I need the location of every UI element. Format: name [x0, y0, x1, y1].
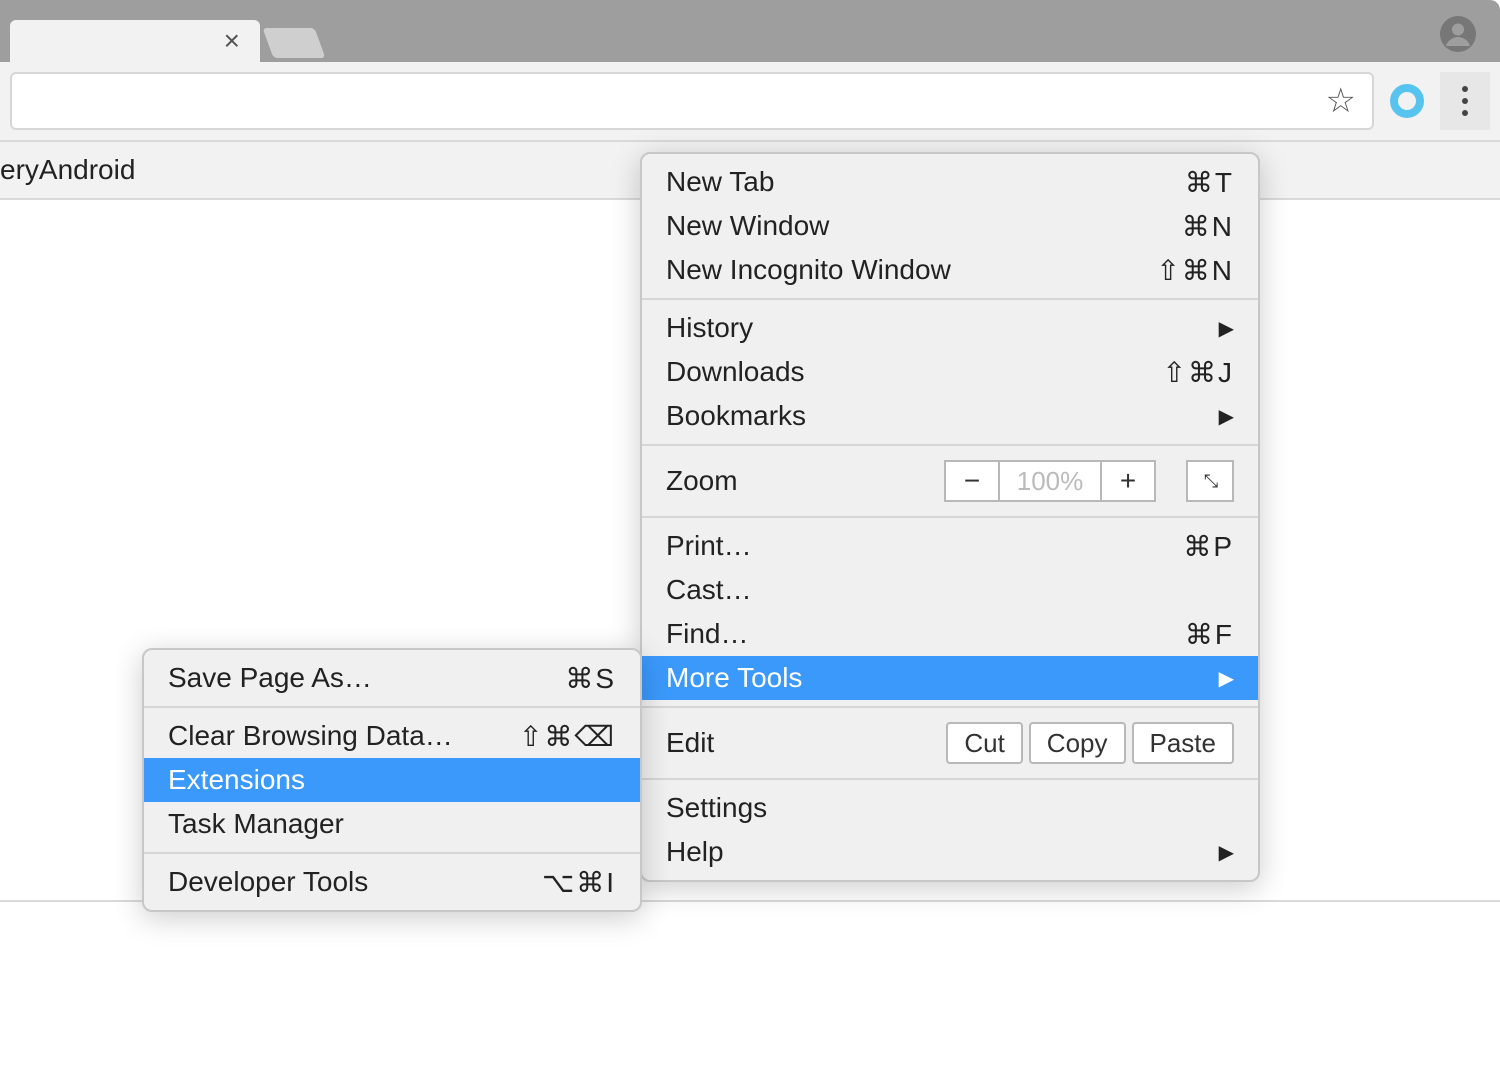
menu-settings[interactable]: Settings: [642, 786, 1258, 830]
submenu-arrow-icon: ▶: [1219, 840, 1234, 865]
shortcut-text: ⇧⌘N: [1156, 254, 1234, 287]
menu-bookmarks[interactable]: Bookmarks ▶: [642, 394, 1258, 438]
shortcut-text: ⌘N: [1182, 210, 1234, 243]
browser-tab[interactable]: ×: [10, 20, 260, 62]
menu-history[interactable]: History ▶: [642, 306, 1258, 350]
info-bar-text: eryAndroid: [0, 154, 135, 186]
new-tab-button[interactable]: [263, 28, 326, 58]
edit-paste-button[interactable]: Paste: [1132, 722, 1235, 764]
zoom-out-button[interactable]: −: [944, 460, 1000, 502]
shortcut-text: ⇧⌘J: [1163, 356, 1234, 389]
menu-separator: [642, 298, 1258, 300]
zoom-in-button[interactable]: +: [1100, 460, 1156, 502]
menu-find[interactable]: Find… ⌘F: [642, 612, 1258, 656]
menu-zoom: Zoom − 100% + ⤡: [642, 452, 1258, 510]
submenu-clear-browsing-data[interactable]: Clear Browsing Data… ⇧⌘⌫: [144, 714, 640, 758]
fullscreen-button[interactable]: ⤡: [1186, 460, 1234, 502]
menu-more-tools[interactable]: More Tools ▶: [642, 656, 1258, 700]
shortcut-text: ⌥⌘I: [542, 866, 616, 899]
submenu-developer-tools[interactable]: Developer Tools ⌥⌘I: [144, 860, 640, 904]
address-bar[interactable]: ☆: [10, 72, 1374, 130]
edit-copy-button[interactable]: Copy: [1029, 722, 1126, 764]
submenu-task-manager[interactable]: Task Manager: [144, 802, 640, 846]
menu-downloads[interactable]: Downloads ⇧⌘J: [642, 350, 1258, 394]
submenu-arrow-icon: ▶: [1219, 404, 1234, 429]
menu-separator: [642, 516, 1258, 518]
menu-print[interactable]: Print… ⌘P: [642, 524, 1258, 568]
menu-new-tab[interactable]: New Tab ⌘T: [642, 160, 1258, 204]
menu-new-incognito[interactable]: New Incognito Window ⇧⌘N: [642, 248, 1258, 292]
menu-new-window[interactable]: New Window ⌘N: [642, 204, 1258, 248]
menu-separator: [642, 444, 1258, 446]
zoom-value: 100%: [1000, 460, 1100, 502]
chrome-main-menu: New Tab ⌘T New Window ⌘N New Incognito W…: [640, 152, 1260, 882]
bookmark-star-icon[interactable]: ☆: [1326, 81, 1356, 121]
menu-help[interactable]: Help ▶: [642, 830, 1258, 874]
menu-cast[interactable]: Cast…: [642, 568, 1258, 612]
menu-edit: Edit Cut Copy Paste: [642, 714, 1258, 772]
close-tab-icon[interactable]: ×: [224, 25, 240, 57]
shortcut-text: ⇧⌘⌫: [519, 720, 616, 753]
edit-cut-button[interactable]: Cut: [946, 722, 1022, 764]
shortcut-text: ⌘P: [1183, 530, 1234, 563]
menu-separator: [144, 852, 640, 854]
toolbar: ☆: [0, 62, 1500, 142]
chrome-menu-button[interactable]: [1440, 72, 1490, 130]
shortcut-text: ⌘T: [1185, 166, 1234, 199]
submenu-save-page-as[interactable]: Save Page As… ⌘S: [144, 656, 640, 700]
shortcut-text: ⌘S: [565, 662, 616, 695]
menu-separator: [642, 706, 1258, 708]
titlebar: ×: [0, 0, 1500, 62]
submenu-extensions[interactable]: Extensions: [144, 758, 640, 802]
submenu-arrow-icon: ▶: [1219, 666, 1234, 691]
menu-separator: [642, 778, 1258, 780]
profile-icon[interactable]: [1440, 16, 1476, 52]
menu-separator: [144, 706, 640, 708]
more-tools-submenu: Save Page As… ⌘S Clear Browsing Data… ⇧⌘…: [142, 648, 642, 912]
shortcut-text: ⌘F: [1185, 618, 1234, 651]
submenu-arrow-icon: ▶: [1219, 316, 1234, 341]
extension-ring-icon[interactable]: [1390, 84, 1424, 118]
